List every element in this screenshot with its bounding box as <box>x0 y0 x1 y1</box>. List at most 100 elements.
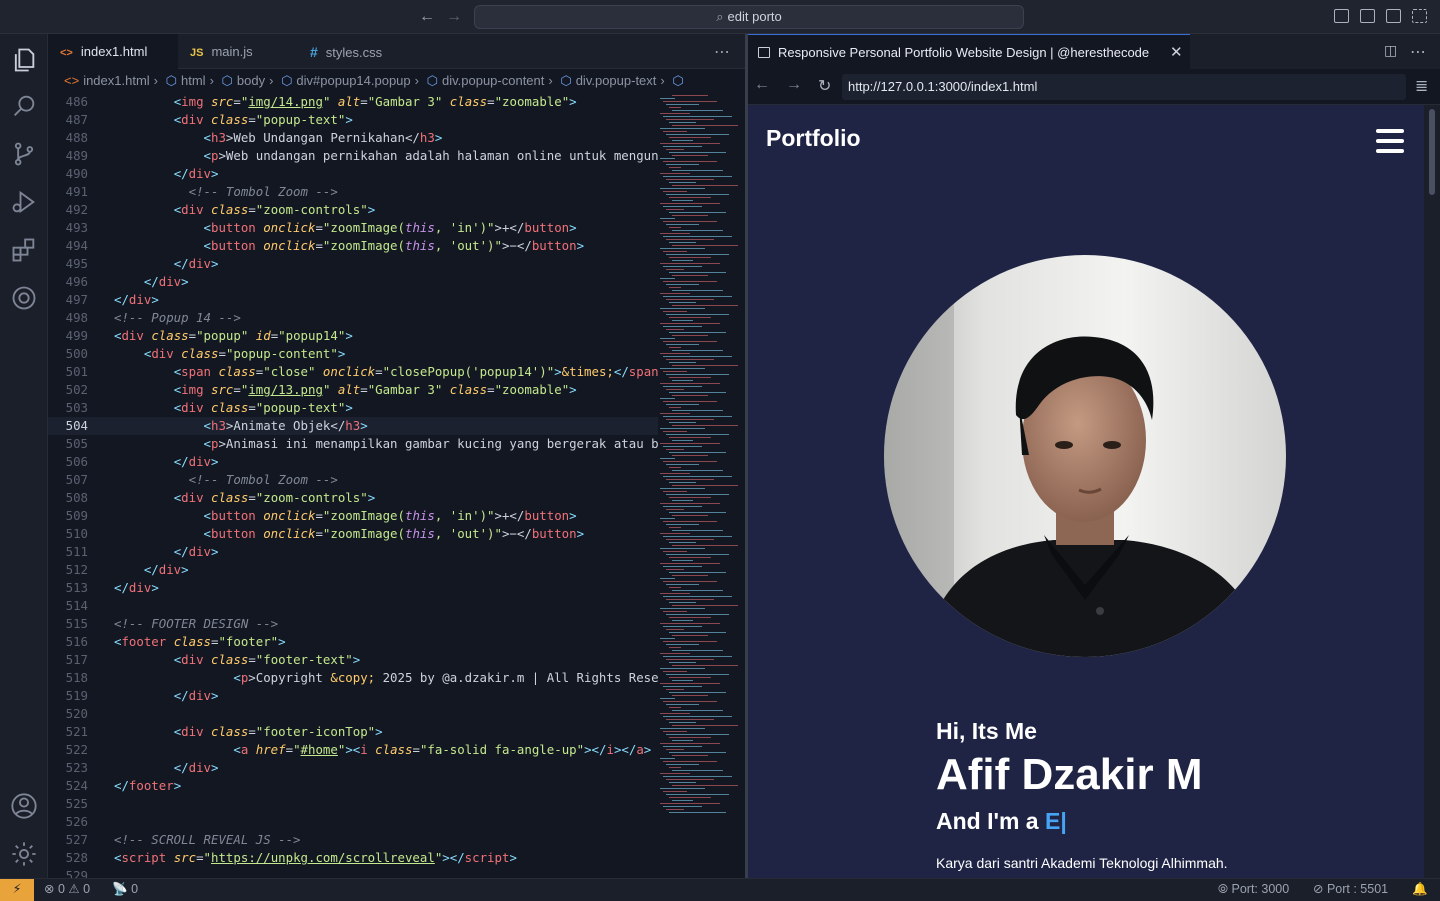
minimap-line <box>660 593 690 594</box>
code-line[interactable]: 513 </div> <box>48 579 658 597</box>
tab-index1-html[interactable]: <> index1.html <box>48 34 178 69</box>
close-tab-icon[interactable]: ✕ <box>1170 35 1183 71</box>
minimap-line <box>669 542 696 543</box>
back-arrow-icon[interactable]: ← <box>754 76 770 94</box>
code-line[interactable]: 494 <button onclick="zoomImage(this, 'ou… <box>48 237 658 255</box>
run-debug-icon[interactable] <box>10 188 38 216</box>
forward-arrow-icon[interactable]: → <box>446 8 462 26</box>
code-line[interactable]: 518 <p>Copyright &copy; 2025 by @a.dzaki… <box>48 669 658 687</box>
line-number: 516 <box>65 634 88 649</box>
extensions-icon[interactable] <box>10 236 38 264</box>
remote-indicator-icon[interactable]: ⚡ <box>0 879 34 901</box>
minimap-line <box>669 722 696 723</box>
scrollbar-thumb[interactable] <box>1429 109 1435 195</box>
code-line[interactable]: 527 <!-- SCROLL REVEAL JS --> <box>48 831 658 849</box>
code-line[interactable]: 519 </div> <box>48 687 658 705</box>
code-line[interactable]: 495 </div> <box>48 255 658 273</box>
problems-indicator[interactable]: ⊗ 0 ⚠ 0 <box>44 879 90 900</box>
code-editor[interactable]: 486 <img src="img/14.png" alt="Gambar 3"… <box>48 93 658 878</box>
breadcrumb-item[interactable]: body <box>237 73 265 88</box>
code-line[interactable]: 486 <img src="img/14.png" alt="Gambar 3"… <box>48 93 658 111</box>
minimap-line <box>666 164 699 165</box>
code-line[interactable]: 508 <div class="zoom-controls"> <box>48 489 658 507</box>
code-line[interactable]: 529 <box>48 867 658 878</box>
code-line[interactable]: 490 </div> <box>48 165 658 183</box>
toggle-secondary-sidebar-icon[interactable] <box>1386 9 1401 23</box>
more-actions-icon[interactable]: ⋯ <box>1410 42 1426 62</box>
code-line[interactable]: 523 </div> <box>48 759 658 777</box>
code-line[interactable]: 512 </div> <box>48 561 658 579</box>
code-line[interactable]: 524 </footer> <box>48 777 658 795</box>
code-line[interactable]: 492 <div class="zoom-controls"> <box>48 201 658 219</box>
minimap-line <box>666 269 684 270</box>
code-line[interactable]: 528 <script src="https://unpkg.com/scroll… <box>48 849 658 867</box>
code-line[interactable]: 510 <button onclick="zoomImage(this, 'ou… <box>48 525 658 543</box>
reload-icon[interactable]: ↻ <box>818 76 831 96</box>
notifications-bell-icon[interactable]: 🔔 <box>1412 879 1428 900</box>
code-line[interactable]: 511 </div> <box>48 543 658 561</box>
code-line[interactable]: 521 <div class="footer-iconTop"> <box>48 723 658 741</box>
minimap-line <box>669 347 681 348</box>
toggle-panel-icon[interactable] <box>1360 9 1375 23</box>
code-line[interactable]: 517 <div class="footer-text"> <box>48 651 658 669</box>
remote-explorer-icon[interactable] <box>10 284 38 312</box>
breadcrumb-item[interactable]: div#popup14.popup <box>296 73 410 88</box>
split-editor-icon[interactable]: ◫ <box>1384 42 1397 59</box>
tab-styles-css[interactable]: # styles.css <box>298 34 428 69</box>
settings-gear-icon[interactable] <box>10 840 38 868</box>
minimap-line <box>663 461 717 462</box>
tab-simple-browser[interactable]: Responsive Personal Portfolio Website De… <box>748 34 1190 69</box>
code-line[interactable]: 504 <h3>Animate Objek</h3> <box>48 417 658 435</box>
breadcrumb-item[interactable]: div.popup-text <box>576 73 657 88</box>
customize-layout-icon[interactable] <box>1412 9 1427 23</box>
forward-arrow-icon[interactable]: → <box>786 76 802 94</box>
code-line[interactable]: 501 <span class="close" onclick="closePo… <box>48 363 658 381</box>
explorer-icon[interactable] <box>10 46 38 74</box>
code-line[interactable]: 487 <div class="popup-text"> <box>48 111 658 129</box>
chevron-right-icon: › <box>660 73 665 88</box>
code-line[interactable]: 489 <p>Web undangan pernikahan adalah ha… <box>48 147 658 165</box>
back-arrow-icon[interactable]: ← <box>419 8 435 26</box>
code-line[interactable]: 499 <div class="popup" id="popup14"> <box>48 327 658 345</box>
code-line[interactable]: 503 <div class="popup-text"> <box>48 399 658 417</box>
code-line[interactable]: 493 <button onclick="zoomImage(this, 'in… <box>48 219 658 237</box>
live-server-indicator[interactable]: ⊘ Port : 5501 <box>1313 879 1388 900</box>
menu-icon[interactable]: ≣ <box>1415 76 1428 96</box>
code-line[interactable]: 496 </div> <box>48 273 658 291</box>
code-line[interactable]: 497 </div> <box>48 291 658 309</box>
code-line[interactable]: 509 <button onclick="zoomImage(this, 'in… <box>48 507 658 525</box>
breadcrumb-item[interactable]: index1.html <box>83 73 149 88</box>
port-3000-indicator[interactable]: ⦾ Port: 3000 <box>1218 879 1289 900</box>
code-line[interactable]: 515 <!-- FOOTER DESIGN --> <box>48 615 658 633</box>
url-input[interactable]: http://127.0.0.1:3000/index1.html <box>842 74 1406 100</box>
more-actions-icon[interactable]: ⋯ <box>714 42 731 62</box>
code-line[interactable]: 525 <box>48 795 658 813</box>
code-line[interactable]: 522 <a href="#home"><i class="fa-solid f… <box>48 741 658 759</box>
command-center-search[interactable]: ⌕ edit porto <box>474 5 1024 29</box>
code-line[interactable]: 498 <!-- Popup 14 --> <box>48 309 658 327</box>
tab-main-js[interactable]: JS main.js <box>178 34 298 69</box>
code-line[interactable]: 507 <!-- Tombol Zoom --> <box>48 471 658 489</box>
code-line[interactable]: 505 <p>Animasi ini menampilkan gambar ku… <box>48 435 658 453</box>
code-line[interactable]: 502 <img src="img/13.png" alt="Gambar 3"… <box>48 381 658 399</box>
code-line[interactable]: 526 <box>48 813 658 831</box>
site-logo[interactable]: Portfolio <box>766 125 861 152</box>
minimap[interactable] <box>658 93 738 878</box>
breadcrumb-item[interactable]: html <box>181 73 206 88</box>
source-control-icon[interactable] <box>10 140 38 168</box>
code-line[interactable]: 506 </div> <box>48 453 658 471</box>
code-line[interactable]: 520 <box>48 705 658 723</box>
code-line[interactable]: 514 <box>48 597 658 615</box>
page-scrollbar[interactable] <box>1424 105 1440 878</box>
code-line[interactable]: 491 <!-- Tombol Zoom --> <box>48 183 658 201</box>
code-line[interactable]: 488 <h3>Web Undangan Pernikahan</h3> <box>48 129 658 147</box>
line-number: 498 <box>65 310 88 325</box>
search-icon[interactable] <box>10 92 38 120</box>
hamburger-menu-icon[interactable] <box>1376 129 1404 159</box>
accounts-icon[interactable] <box>10 792 38 820</box>
breadcrumb-item[interactable]: div.popup-content <box>442 73 544 88</box>
toggle-primary-sidebar-icon[interactable] <box>1334 9 1349 23</box>
code-line[interactable]: 500 <div class="popup-content"> <box>48 345 658 363</box>
code-line[interactable]: 516 <footer class="footer"> <box>48 633 658 651</box>
ports-indicator[interactable]: 📡 0 <box>112 879 138 900</box>
